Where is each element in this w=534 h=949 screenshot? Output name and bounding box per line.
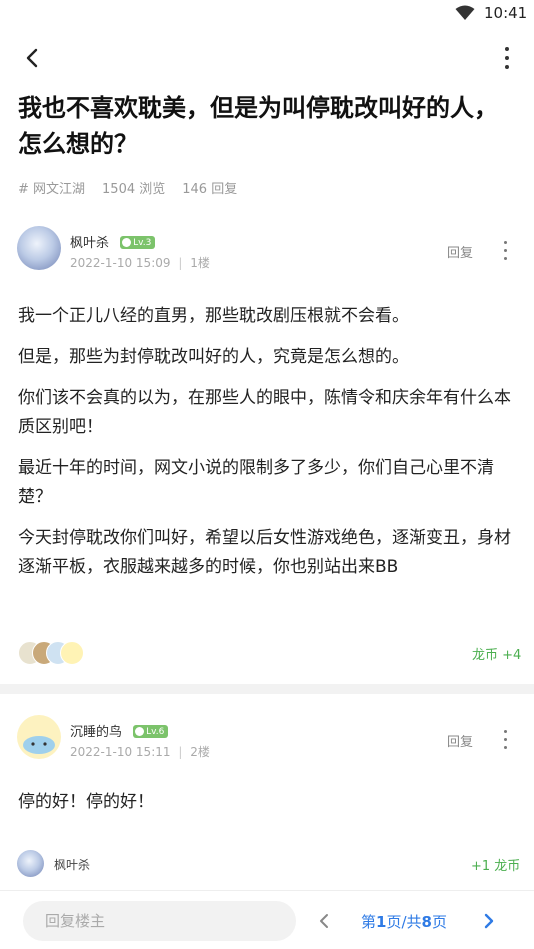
back-arrow-icon <box>26 48 38 68</box>
sub-reply-user[interactable]: 枫叶杀 <box>54 856 90 873</box>
level-icon <box>122 238 132 247</box>
reply-more-button[interactable] <box>498 729 512 749</box>
total-pages: 8 <box>421 913 432 931</box>
sub-reply-avatar[interactable] <box>17 850 44 877</box>
reply-button[interactable]: 回复 <box>447 242 473 261</box>
view-count: 1504 浏览 <box>102 182 166 197</box>
reply-input[interactable] <box>23 901 296 941</box>
more-vertical-icon <box>503 729 507 749</box>
next-page-button[interactable] <box>478 909 500 933</box>
prev-page-button[interactable] <box>313 909 335 933</box>
level-badge: Lv.6 <box>133 725 169 738</box>
post-more-button[interactable] <box>498 240 512 260</box>
author-subinfo: 2022-1-10 15:11 | 2楼 <box>70 745 210 759</box>
floor-number: 2楼 <box>190 745 210 759</box>
more-options-button[interactable] <box>496 44 518 72</box>
chevron-right-icon <box>484 913 494 929</box>
level-icon <box>135 727 145 736</box>
author-subinfo: 2022-1-10 15:09 | 1楼 <box>70 256 210 270</box>
post-body: 我一个正儿八经的直男，那些耽改剧压根就不会看。 但是，那些为封停耽改叫好的人，究… <box>18 302 518 594</box>
reply-body: 停的好！停的好！ <box>18 792 154 812</box>
wifi-icon <box>455 5 475 20</box>
author-name-row: 枫叶杀 Lv.3 <box>70 232 156 251</box>
page-indicator[interactable]: 第1页/共8页 <box>361 911 447 932</box>
more-vertical-icon <box>503 240 507 260</box>
bird-avatar-image <box>23 736 55 754</box>
section-divider <box>0 684 534 694</box>
sub-reply-coin: +1 龙币 <box>471 859 521 874</box>
post-title: 我也不喜欢耽美，但是为叫停耽改叫好的人，怎么想的？ <box>18 94 498 158</box>
liker-avatars[interactable] <box>18 641 88 665</box>
more-vertical-icon <box>505 47 509 69</box>
post-datetime: 2022-1-10 15:09 <box>70 256 171 270</box>
author-name[interactable]: 枫叶杀 <box>70 236 109 251</box>
floor-number: 1楼 <box>190 256 210 270</box>
reply-count: 146 回复 <box>182 182 238 197</box>
current-page: 1 <box>376 913 387 931</box>
chevron-left-icon <box>320 914 328 928</box>
back-button[interactable] <box>18 44 46 72</box>
level-badge: Lv.3 <box>120 236 156 249</box>
paragraph: 但是，那些为封停耽改叫好的人，究竟是怎么想的。 <box>18 347 409 367</box>
status-bar: 10:41 <box>0 0 534 30</box>
author-avatar[interactable] <box>17 715 61 759</box>
reply-button[interactable]: 回复 <box>447 731 473 750</box>
post-datetime: 2022-1-10 15:11 <box>70 745 171 759</box>
post-meta: # 网文江湖 1504 浏览 146 回复 <box>18 178 237 197</box>
post-tag[interactable]: # 网文江湖 <box>18 178 85 197</box>
liker-avatar <box>60 641 84 665</box>
author-avatar[interactable] <box>17 226 61 270</box>
author-name-row: 沉睡的鸟 Lv.6 <box>70 721 169 740</box>
paragraph: 最近十年的时间，网文小说的限制多了多少，你们自己心里不清楚？ <box>18 458 494 507</box>
status-time: 10:41 <box>484 4 528 22</box>
author-name[interactable]: 沉睡的鸟 <box>70 725 122 740</box>
paragraph: 今天封停耽改你们叫好，希望以后女性游戏绝色，逐渐变丑，身材逐渐平板，衣服越来越多… <box>18 528 511 577</box>
paragraph: 你们该不会真的以为，在那些人的眼中，陈情令和庆余年有什么本质区别吧！ <box>18 388 511 437</box>
paragraph: 我一个正儿八经的直男，那些耽改剧压根就不会看。 <box>18 306 409 326</box>
coin-reward: 龙币 +4 <box>472 648 522 663</box>
